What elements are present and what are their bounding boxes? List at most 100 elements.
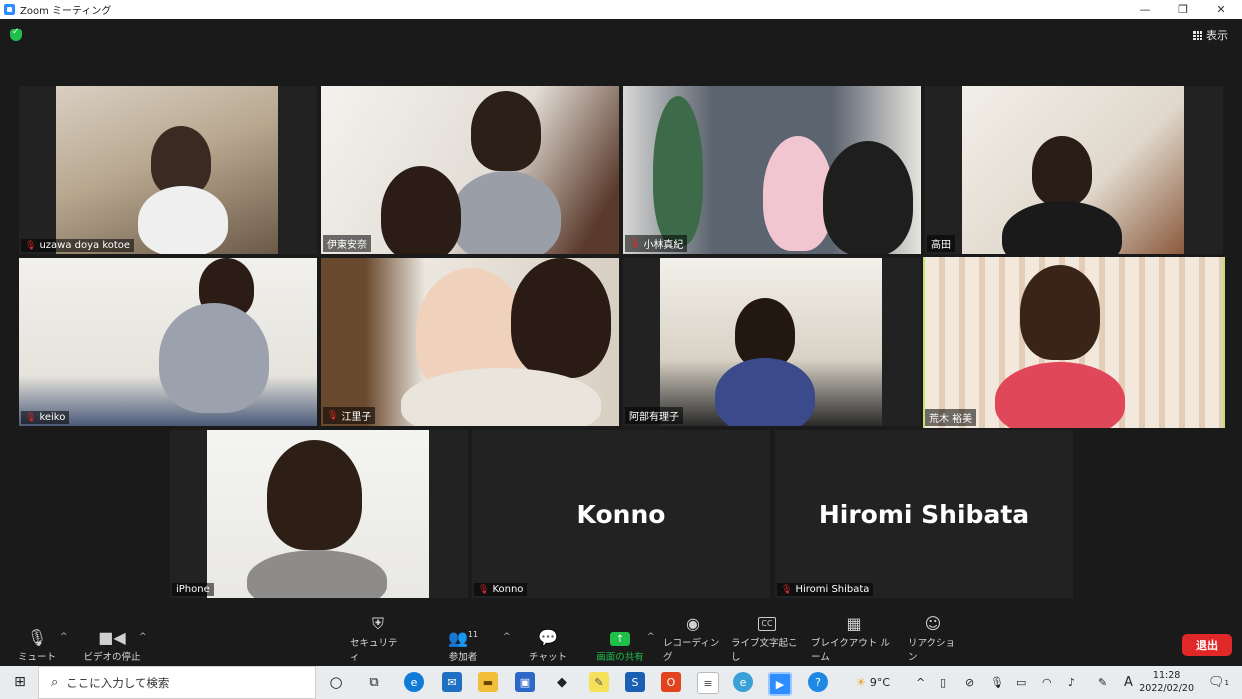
live-transcript-label: ライブ文字起こし: [731, 638, 798, 663]
participant-display-name: Konno: [576, 500, 666, 529]
video-options-caret-icon[interactable]: ^: [139, 632, 147, 642]
participant-name-tag: 阿部有理子: [625, 407, 683, 424]
stop-video-button[interactable]: ■◀ ビデオの停止: [78, 622, 146, 666]
app-s-icon[interactable]: S: [625, 672, 645, 692]
record-button[interactable]: ◉ レコーディング: [663, 615, 723, 666]
muted-mic-icon: 🎙: [629, 238, 641, 249]
video-tile-konno[interactable]: Konno 🎙 Konno: [472, 430, 770, 598]
participant-name: iPhone: [176, 584, 210, 595]
participants-options-caret-icon[interactable]: ^: [503, 632, 511, 642]
store-icon[interactable]: ▣: [515, 672, 535, 692]
taskbar-search-box[interactable]: ⌕ ここに入力して検索: [38, 666, 316, 699]
close-button[interactable]: ✕: [1202, 0, 1240, 19]
participant-name-tag: 伊東安奈: [323, 235, 371, 252]
dropbox-icon[interactable]: ◆: [552, 672, 572, 692]
tray-security-icon[interactable]: ⊘: [965, 666, 974, 699]
volume-icon[interactable]: ♪: [1068, 666, 1075, 699]
mute-label: ミュート: [17, 652, 56, 663]
file-explorer-icon[interactable]: ▬: [478, 672, 498, 692]
restore-button[interactable]: ❐: [1164, 0, 1202, 19]
breakout-rooms-button[interactable]: ▦ ブレイクアウト ルーム: [811, 615, 897, 666]
chat-button[interactable]: 💬 チャット: [526, 622, 570, 666]
video-tile-takada[interactable]: 高田: [925, 86, 1223, 254]
participant-clothing: [247, 550, 387, 598]
windows-start-icon[interactable]: ⊞: [10, 672, 30, 692]
participant-name: 伊東安奈: [327, 240, 367, 251]
participant-clothing: [823, 141, 913, 254]
video-camera-icon: ■◀: [98, 628, 126, 647]
mail-icon[interactable]: ✉: [442, 672, 462, 692]
view-button[interactable]: 表示: [1193, 27, 1228, 43]
video-tile-eriko[interactable]: 🎙 江里子: [321, 258, 619, 426]
pen-icon[interactable]: ✎: [1098, 666, 1107, 699]
video-tile-araki-active-speaker[interactable]: 荒木 裕美: [923, 257, 1225, 428]
video-feed: [660, 258, 882, 426]
participant-silhouette: [381, 166, 461, 254]
cortana-icon[interactable]: ○: [326, 672, 346, 692]
video-tile-uzawa[interactable]: 🎙 uzawa doya kotoe: [19, 86, 317, 254]
edge-browser-icon[interactable]: e: [404, 672, 424, 692]
video-tile-iphone[interactable]: iPhone: [170, 430, 468, 598]
participant-name: Konno: [492, 584, 524, 595]
security-button[interactable]: ⛨ セキュリティ: [350, 615, 406, 666]
participant-clothing: [715, 358, 815, 426]
weather-widget[interactable]: ☀ 9°C: [856, 666, 890, 699]
video-tile-ito[interactable]: 伊東安奈: [321, 86, 619, 254]
participant-silhouette: [1032, 136, 1092, 206]
help-icon[interactable]: ?: [808, 672, 828, 692]
participant-clothing: [138, 186, 228, 254]
participant-name-tag: 高田: [927, 235, 955, 252]
closed-caption-icon: CC: [758, 617, 776, 631]
notes-icon[interactable]: ✎: [589, 672, 609, 692]
search-icon: ⌕: [51, 675, 59, 690]
participants-button[interactable]: 👥11 参加者: [440, 622, 486, 666]
notification-center-icon[interactable]: 🗨 1: [1208, 666, 1229, 699]
video-tile-kobayashi[interactable]: 🎙 小林真紀: [623, 86, 921, 254]
tray-mic-icon[interactable]: 🎙: [990, 666, 1004, 699]
spreadsheet-icon[interactable]: ≡: [697, 672, 719, 694]
mute-options-caret-icon[interactable]: ^: [60, 632, 68, 642]
internet-explorer-icon[interactable]: e: [733, 672, 753, 692]
reactions-button[interactable]: ☺ リアクション: [908, 615, 958, 666]
participant-name: 高田: [931, 240, 951, 251]
ime-indicator[interactable]: A: [1124, 666, 1133, 699]
mute-button[interactable]: 🎙 ミュート: [12, 622, 62, 666]
leave-button[interactable]: 退出: [1182, 634, 1232, 656]
muted-mic-icon: 🎙: [327, 410, 339, 421]
participant-name: Hiromi Shibata: [795, 584, 870, 595]
search-placeholder: ここに入力して検索: [66, 675, 170, 690]
windows-taskbar: ⊞ ⌕ ここに入力して検索 ○ ⧉ e ✉ ▬ ▣ ◆ ✎ S O ≡ e ▶ …: [0, 666, 1242, 699]
participant-name: 小林真紀: [643, 240, 684, 251]
video-tile-abe[interactable]: 阿部有理子: [623, 258, 921, 426]
wifi-icon[interactable]: ◠: [1042, 666, 1052, 699]
encryption-shield-icon[interactable]: [10, 27, 22, 41]
window-titlebar: Zoom ミーティング — ❐ ✕: [0, 0, 1242, 19]
live-transcript-button[interactable]: CC ライブ文字起こし: [731, 617, 803, 666]
battery-icon[interactable]: ▭: [1016, 666, 1026, 699]
participant-silhouette: [267, 440, 362, 550]
share-options-caret-icon[interactable]: ^: [647, 632, 655, 642]
participant-name-tag: 🎙 Konno: [474, 583, 528, 596]
tray-device-icon[interactable]: ▯: [940, 666, 946, 699]
taskbar-clock[interactable]: 11:28 2022/02/20: [1139, 669, 1194, 695]
security-label: セキュリティ: [350, 638, 398, 663]
chat-icon: 💬: [538, 628, 558, 647]
minimize-button[interactable]: —: [1126, 0, 1164, 19]
tray-overflow-caret-icon[interactable]: ^: [916, 666, 925, 699]
task-view-icon[interactable]: ⧉: [364, 672, 384, 692]
participant-clothing: [1002, 201, 1122, 254]
video-tile-shibata[interactable]: Hiromi Shibata 🎙 Hiromi Shibata: [775, 430, 1073, 598]
share-screen-button[interactable]: ↑ 画面の共有: [591, 622, 649, 666]
zoom-taskbar-icon[interactable]: ▶: [768, 672, 792, 696]
office-icon[interactable]: O: [661, 672, 681, 692]
participant-name-tag: 荒木 裕美: [925, 409, 977, 426]
video-feed: [56, 86, 278, 254]
shield-icon: ⛨: [371, 614, 384, 633]
video-tile-keiko[interactable]: 🎙 keiko: [19, 258, 317, 426]
window-title: Zoom ミーティング: [20, 6, 112, 17]
zoom-app-icon: [4, 4, 15, 15]
weather-temperature: 9°C: [869, 676, 891, 689]
participant-name: keiko: [39, 412, 66, 423]
participant-name-tag: 🎙 小林真紀: [625, 235, 688, 252]
breakout-rooms-label: ブレイクアウト ルーム: [811, 638, 890, 663]
